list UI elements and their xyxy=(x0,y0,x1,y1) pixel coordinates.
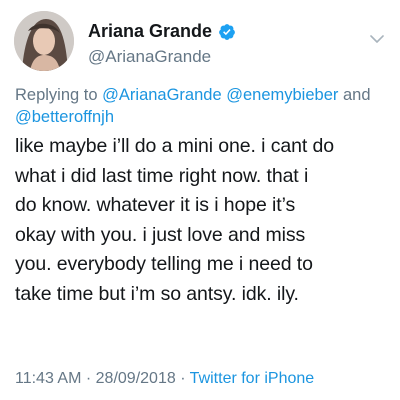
mention-link[interactable]: @enemybieber xyxy=(226,86,338,104)
meta-separator: · xyxy=(180,370,186,387)
tweet-source-link[interactable]: Twitter for iPhone xyxy=(190,370,315,387)
tweet-line: you. everybody telling me i need to xyxy=(15,253,313,275)
replying-to-line: Replying to @ArianaGrande @enemybieber a… xyxy=(15,84,395,128)
replying-to-label: Replying to xyxy=(15,86,98,104)
author-handle[interactable]: @ArianaGrande xyxy=(88,47,211,67)
mention-link[interactable]: @ArianaGrande xyxy=(102,86,221,104)
replying-to-conjunction: and xyxy=(342,86,371,104)
profile-photo xyxy=(14,11,74,71)
tweet-line: like maybe i’ll do a mini one. i cant do xyxy=(15,135,334,157)
mention-link[interactable]: @betteroffnjh xyxy=(15,108,114,126)
tweet-text: like maybe i’ll do a mini one. i cant do… xyxy=(15,132,400,309)
verified-badge-icon xyxy=(219,23,235,40)
author-name-row[interactable]: Ariana Grande xyxy=(88,21,236,42)
avatar[interactable] xyxy=(14,11,74,71)
chevron-down-icon[interactable] xyxy=(369,34,385,44)
tweet-metadata: 11:43 AM · 28/09/2018 · Twitter for iPho… xyxy=(15,370,314,388)
tweet-line: what i did last time right now. that i xyxy=(15,164,309,187)
tweet-line: take time but i’m so antsy. idk. ily. xyxy=(15,282,299,305)
tweet-line: do know. whatever it is i hope it’s xyxy=(15,194,296,216)
tweet-line: okay with you. i just love and miss xyxy=(15,223,306,246)
tweet-date[interactable]: 28/09/2018 xyxy=(96,370,176,387)
tweet-time[interactable]: 11:43 AM xyxy=(15,370,81,387)
meta-separator: · xyxy=(85,370,92,387)
author-display-name[interactable]: Ariana Grande xyxy=(88,21,212,42)
